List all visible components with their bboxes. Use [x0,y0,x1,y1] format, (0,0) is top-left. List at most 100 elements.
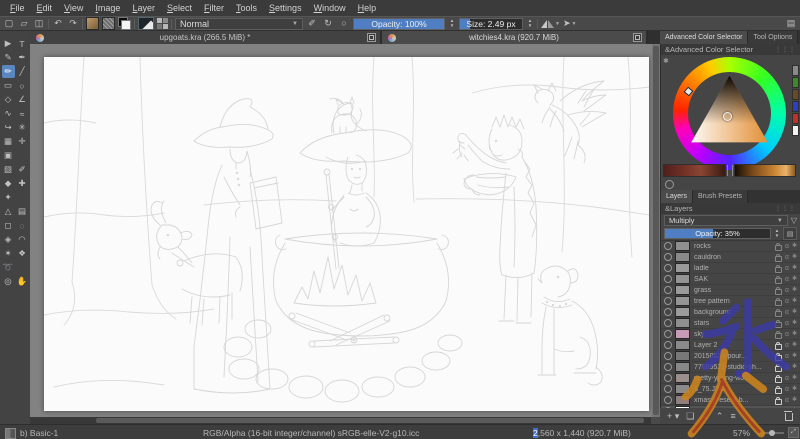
layer-row[interactable]: ladle α ✱ [661,263,800,274]
choose-brush-preset-button[interactable] [157,18,168,29]
layer-opacity-spinner[interactable]: ▲ ▼ [773,228,781,238]
multibrush-tool[interactable]: ✳ [16,121,29,134]
layer-row[interactable]: background α ✱ [661,307,800,318]
edit-shapes-tool[interactable]: ✎ [2,51,15,64]
inherit-alpha-icon[interactable]: α [785,364,789,371]
add-layer-button[interactable]: + ▾ [667,411,679,422]
layer-row[interactable]: stars α ✱ [661,318,800,329]
shade-strip-handle[interactable] [726,165,733,176]
alpha-lock-icon[interactable]: ✱ [792,331,797,337]
inherit-alpha-icon[interactable]: α [785,386,789,393]
menu-select[interactable]: Select [161,1,198,15]
reference-images-tool[interactable]: ▤ [16,205,29,218]
color-cursor[interactable] [723,112,732,121]
undo-button[interactable]: ↶ [52,18,64,30]
layer-visibility-icon[interactable] [664,308,672,316]
inherit-alpha-icon[interactable]: α [785,375,789,382]
layer-lock-icon[interactable] [774,253,782,262]
dock-tab-layers[interactable]: Layers [661,190,694,203]
layer-visibility-icon[interactable] [664,286,672,294]
layer-lock-icon[interactable] [774,374,782,383]
redo-button[interactable]: ↷ [67,18,79,30]
blending-mode-dropdown[interactable]: Normal ▼ [175,17,303,30]
pan-tool[interactable]: ✋ [16,275,29,288]
inherit-alpha-icon[interactable]: α [785,243,789,250]
layer-visibility-icon[interactable] [664,319,672,327]
alpha-lock-icon[interactable]: ✱ [792,287,797,293]
layer-visibility-icon[interactable] [664,253,672,261]
layer-row[interactable]: sky α ✱ [661,329,800,340]
layer-view-options-button[interactable]: ▤ [783,227,797,240]
recent-color-swatch[interactable] [792,89,799,100]
menu-filter[interactable]: Filter [198,1,230,15]
line-tool[interactable]: ╱ [16,65,29,78]
canvas-area[interactable] [30,44,660,417]
layer-lock-icon[interactable] [774,275,782,284]
horizontal-scrollbar-handle[interactable] [96,418,644,423]
menu-layer[interactable]: Layer [126,1,161,15]
layer-row[interactable]: Layer 2 α ✱ [661,340,800,351]
tab-float-button[interactable] [367,33,376,42]
brush-preset-icon[interactable] [5,428,16,439]
document-tab-1[interactable]: upgoats.kra (266.5 MiB) * [30,31,382,44]
inherit-alpha-icon[interactable]: α [785,276,789,283]
dynamic-brush-tool[interactable]: ↪ [2,121,15,134]
layer-lock-icon[interactable] [774,363,782,372]
detach-canvas-button[interactable]: ○ [338,18,350,30]
layer-lock-icon[interactable] [774,352,782,361]
layer-row[interactable]: 20150521-pour... α ✱ [661,351,800,362]
alpha-lock-icon[interactable]: ✱ [792,298,797,304]
inherit-alpha-icon[interactable]: α [785,331,789,338]
alpha-lock-icon[interactable]: ✱ [792,375,797,381]
menu-edit[interactable]: Edit [31,1,59,15]
pattern-chooser-button[interactable] [102,17,115,30]
layer-lock-icon[interactable] [774,385,782,394]
inherit-alpha-icon[interactable]: α [785,397,789,404]
layer-row[interactable]: xmas-present-b... α ✱ [661,395,800,406]
layer-visibility-icon[interactable] [664,363,672,371]
layer-visibility-icon[interactable] [664,264,672,272]
alpha-lock-icon[interactable]: ✱ [792,342,797,348]
open-document-button[interactable]: ▱ [18,18,30,30]
eraser-mode-button[interactable]: ✐ [306,18,318,30]
recent-color-swatch[interactable] [792,65,799,76]
dock-tab-advanced-color-selector[interactable]: Advanced Color Selector [660,31,749,44]
elliptical-selection-tool[interactable]: ◌ [16,219,29,232]
layer-row[interactable]: grass α ✱ [661,285,800,296]
menu-settings[interactable]: Settings [263,1,308,15]
layer-properties-button[interactable]: ≡ [730,411,735,421]
layer-visibility-icon[interactable] [664,352,672,360]
layer-visibility-icon[interactable] [664,242,672,250]
delete-layer-button[interactable] [784,411,793,421]
polygonal-selection-tool[interactable]: ◈ [2,233,15,246]
layer-filter-button[interactable]: ▽ [791,216,797,225]
rectangle-tool[interactable]: ▭ [2,79,15,92]
mirror-horizontal-button[interactable]: ▼ [541,19,560,29]
alpha-lock-icon[interactable]: ✱ [792,276,797,282]
canvas-only-mode-button[interactable]: ⤢ [788,427,799,438]
menu-help[interactable]: Help [352,1,383,15]
alpha-lock-icon[interactable]: ✱ [792,320,797,326]
mirror-vertical-button[interactable]: ➤ ▼ [563,18,577,29]
layer-lock-icon[interactable] [774,341,782,350]
shade-strip-orange[interactable] [733,164,796,177]
document-tab-2[interactable]: witchies4.kra (920.7 MiB) [382,31,648,44]
layer-lock-icon[interactable] [774,396,782,405]
dock-grip-icon[interactable]: ⋮⋮⋮ [775,46,796,53]
dock-tab-brush-presets[interactable]: Brush Presets [693,190,748,203]
layer-visibility-icon[interactable] [664,297,672,305]
alpha-lock-icon[interactable]: ✱ [792,254,797,260]
opacity-spinner[interactable]: ▲ ▼ [448,18,456,28]
move-layer-up-button[interactable]: ⌃ [716,411,724,422]
save-button[interactable]: ◫ [33,18,45,30]
layer-lock-icon[interactable] [774,319,782,328]
edit-brush-settings-button[interactable] [138,17,154,30]
contiguous-selection-tool[interactable]: ❖ [16,247,29,260]
reload-preset-button[interactable]: ↻ [322,18,334,30]
horizontal-scrollbar[interactable] [30,417,660,424]
layer-visibility-icon[interactable] [664,385,672,393]
tab-float-button[interactable] [633,33,642,42]
freehand-brush-tool[interactable]: ✏ [1,65,15,78]
layer-row[interactable]: cauldron α ✱ [661,252,800,263]
similar-color-selection-tool[interactable]: ✶ [2,247,15,260]
